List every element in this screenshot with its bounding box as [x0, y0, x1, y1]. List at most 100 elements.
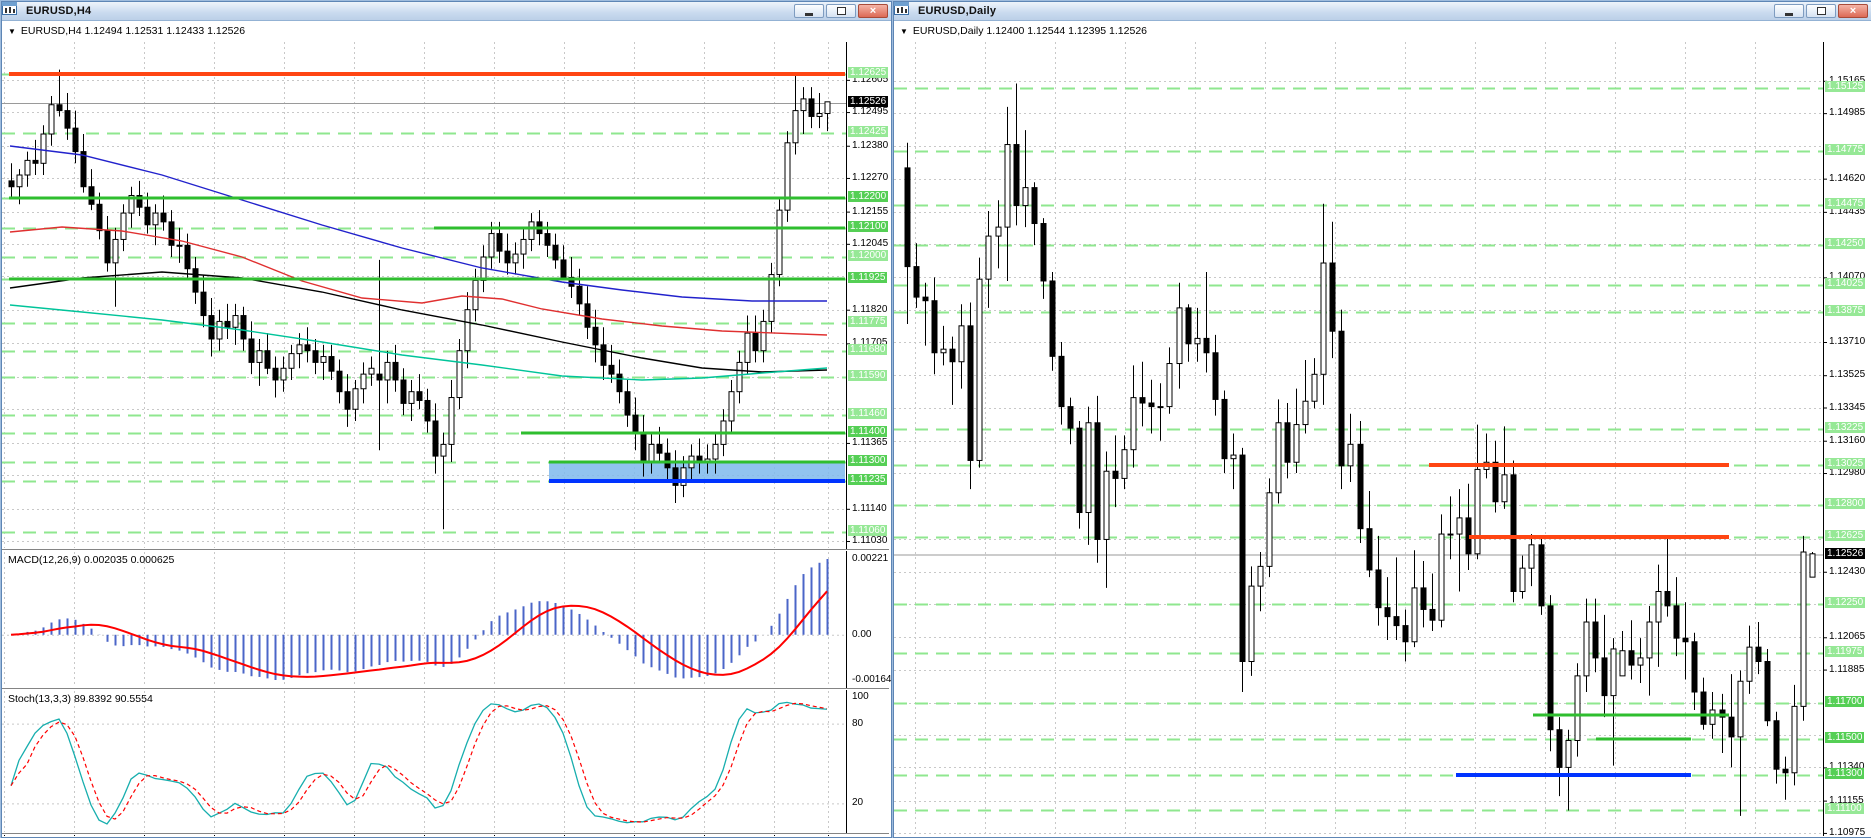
price-axis-label: 1.12430 [1829, 566, 1865, 577]
candle [233, 316, 238, 328]
candle [1023, 188, 1028, 206]
candle [801, 99, 806, 111]
candle [1231, 455, 1236, 459]
close-button[interactable]: × [858, 4, 888, 18]
candle [932, 301, 937, 353]
chart-ohlc-row: ▼EURUSD,H4 1.12494 1.12531 1.12433 1.125… [8, 25, 245, 37]
candle [1186, 308, 1191, 344]
candle [1213, 353, 1218, 400]
candle [49, 105, 54, 134]
stoch-axis-label: 100 [852, 691, 869, 702]
candle [968, 326, 973, 461]
candle [1710, 710, 1715, 724]
symbol-dropdown-icon[interactable]: ▼ [8, 27, 16, 36]
price-level-label: 1.12625 [1825, 530, 1865, 541]
candle [1810, 554, 1815, 577]
close-button[interactable]: × [1838, 4, 1868, 18]
candle [809, 99, 814, 117]
window-title: EURUSD,H4 [26, 5, 91, 17]
price-level-label: 1.11500 [1825, 732, 1864, 743]
price-level-label: 1.11775 [848, 316, 887, 327]
macd-axis-label: 0.00221 [852, 553, 888, 564]
price-axis-label: 1.12155 [852, 206, 888, 217]
candle [1729, 717, 1734, 737]
current-price-label: 1.12526 [848, 96, 888, 107]
price-level-label: 1.15125 [1825, 81, 1865, 92]
window-titlebar[interactable]: EURUSD,Daily × [894, 2, 1871, 21]
macd-axis-label: 0.00 [852, 629, 871, 640]
candle [1104, 471, 1109, 539]
candle [1294, 425, 1299, 463]
candle [745, 333, 750, 362]
candle [649, 444, 654, 462]
candle [1394, 617, 1399, 626]
price-level-label: 1.13225 [1825, 422, 1865, 433]
minimize-button[interactable] [1774, 4, 1804, 18]
candle [465, 310, 470, 351]
candle [713, 444, 718, 459]
candle [433, 421, 438, 456]
candle [641, 433, 646, 462]
minimize-button[interactable] [794, 4, 824, 18]
symbol-dropdown-icon[interactable]: ▼ [900, 27, 908, 36]
chart-window-eurusd-h4: EURUSD,H4 × ▼EURUSD,H4 1.12494 1.12531 1… [1, 1, 892, 838]
price-axis-label: 1.11140 [852, 503, 887, 514]
candle [1222, 399, 1227, 458]
candle [633, 415, 638, 433]
restore-icon [1817, 7, 1826, 15]
candle [561, 260, 566, 278]
candle [505, 251, 510, 263]
candle [1620, 651, 1625, 676]
candle [305, 345, 310, 351]
price-level-label: 1.11400 [848, 426, 887, 437]
candle [1032, 188, 1037, 224]
restore-button[interactable] [1806, 4, 1836, 18]
candle [1430, 609, 1435, 620]
candle [959, 326, 964, 362]
candle [1475, 469, 1480, 553]
candle [1638, 658, 1643, 665]
candle [105, 231, 110, 263]
candle [601, 345, 606, 365]
window-titlebar[interactable]: EURUSD,H4 × [2, 2, 891, 21]
price-axis-label: 1.10975 [1829, 827, 1865, 837]
candle [353, 389, 358, 409]
chart-icon [899, 5, 914, 18]
candle [1783, 769, 1788, 773]
price-level-label: 1.11925 [848, 272, 887, 283]
candle [1385, 608, 1390, 617]
price-level-label: 1.14475 [1825, 198, 1865, 209]
candle [1158, 407, 1163, 408]
candle [249, 339, 254, 362]
candle [225, 321, 230, 327]
candle [1195, 338, 1200, 343]
price-axis-label: 1.11030 [852, 535, 887, 546]
price-level-label: 1.12100 [848, 221, 888, 232]
candle [817, 114, 822, 117]
candle [1647, 622, 1652, 658]
candle [1629, 651, 1634, 665]
candle [337, 371, 342, 391]
candle [1656, 591, 1661, 622]
candle [737, 362, 742, 391]
candle [1122, 450, 1127, 479]
candle [1493, 462, 1498, 501]
chart-canvas-h4[interactable]: ▼EURUSD,H4 1.12494 1.12531 1.12433 1.125… [2, 21, 891, 837]
candle [1529, 545, 1534, 568]
minimize-icon [1785, 13, 1793, 16]
candle [361, 374, 366, 389]
candle [793, 111, 798, 143]
chart-canvas-daily[interactable]: ▼EURUSD,Daily 1.12400 1.12544 1.12395 1.… [894, 21, 1871, 837]
candle [785, 143, 790, 210]
restore-button[interactable] [826, 4, 856, 18]
candle [1412, 588, 1417, 642]
chart-icon [7, 5, 22, 18]
candle [497, 234, 502, 252]
candle [513, 254, 518, 263]
candle [1774, 721, 1779, 769]
candle [1548, 606, 1553, 730]
candle [1050, 281, 1055, 356]
price-level-label: 1.11300 [1825, 768, 1864, 779]
current-price-label: 1.12526 [1825, 548, 1865, 559]
candle [185, 245, 190, 268]
